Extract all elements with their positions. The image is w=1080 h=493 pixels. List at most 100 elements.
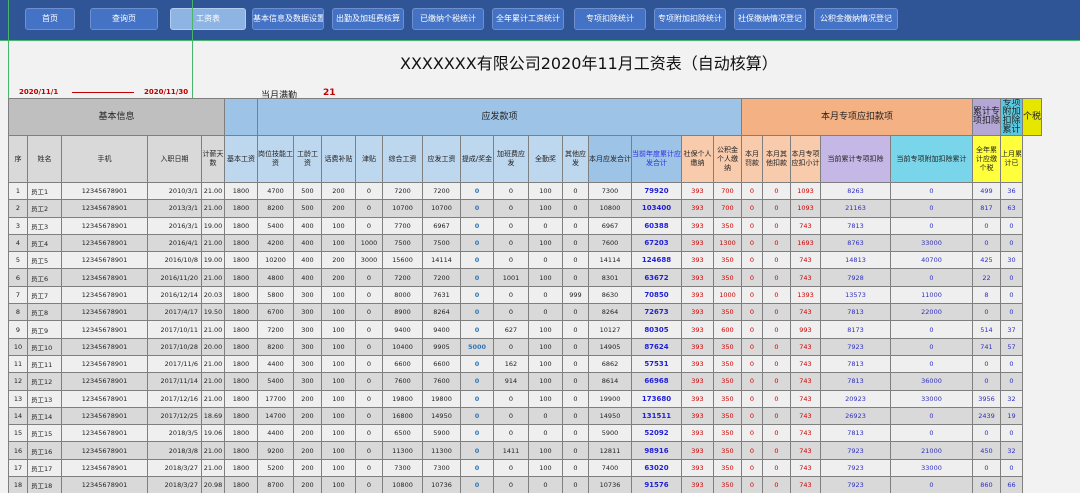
table-cell[interactable]: 300 xyxy=(293,320,322,339)
table-cell[interactable]: 450 xyxy=(972,441,1001,460)
table-cell[interactable]: 0 xyxy=(460,354,494,374)
table-cell[interactable]: 1800 xyxy=(224,354,258,374)
table-cell[interactable]: 60388 xyxy=(631,216,682,235)
table-cell[interactable]: 30 xyxy=(1000,251,1023,270)
table-cell[interactable]: 14700 xyxy=(257,406,294,426)
table-cell[interactable]: 2016/12/14 xyxy=(147,285,202,305)
table-cell[interactable]: 350 xyxy=(713,216,742,235)
table-cell[interactable]: 1300 xyxy=(713,233,742,253)
table-cell[interactable]: 0 xyxy=(355,181,383,201)
table-cell[interactable]: 7923 xyxy=(820,458,891,478)
table-cell[interactable]: 817 xyxy=(972,199,1001,218)
table-cell[interactable]: 0 xyxy=(493,181,529,201)
table-cell[interactable]: 0 xyxy=(741,406,763,426)
table-cell[interactable]: 0 xyxy=(741,458,763,478)
table-cell[interactable]: 4700 xyxy=(257,181,294,201)
table-cell[interactable]: 0 xyxy=(460,199,494,218)
table-cell[interactable]: 19.00 xyxy=(201,216,225,235)
table-cell[interactable]: 100 xyxy=(528,458,563,478)
table-cell[interactable]: 0 xyxy=(762,268,791,287)
table-cell[interactable]: 2439 xyxy=(972,406,1001,426)
table-cell[interactable]: 1093 xyxy=(790,199,821,218)
table-cell[interactable]: 0 xyxy=(460,216,494,235)
table-cell[interactable]: 12811 xyxy=(588,441,632,460)
table-cell[interactable]: 20.98 xyxy=(201,476,225,493)
table-cell[interactable]: 12345678901 xyxy=(61,441,148,460)
table-cell[interactable]: 33000 xyxy=(890,458,973,478)
table-cell[interactable]: 员工6 xyxy=(27,268,62,287)
column-header-21[interactable]: 本月罚款 xyxy=(741,135,763,183)
table-cell[interactable]: 200 xyxy=(293,424,322,443)
table-cell[interactable]: 0 xyxy=(528,251,563,270)
table-cell[interactable]: 0 xyxy=(890,199,973,218)
column-header-17[interactable]: 本月应发合计 xyxy=(588,135,632,183)
table-cell[interactable]: 21.00 xyxy=(201,441,225,460)
table-cell[interactable]: 0 xyxy=(972,372,1001,391)
table-cell[interactable]: 1093 xyxy=(790,181,821,201)
table-row[interactable]: 7 员工7 12345678901 2016/12/14 20.03 1800 5800 30… xyxy=(8,285,1042,305)
table-cell[interactable]: 200 xyxy=(293,406,322,426)
table-cell[interactable]: 12345678901 xyxy=(61,181,148,201)
table-cell[interactable]: 0 xyxy=(741,181,763,201)
table-row[interactable]: 9 员工9 12345678901 2017/10/11 21.00 1800 7200 30… xyxy=(8,320,1042,339)
table-cell[interactable]: 6600 xyxy=(422,354,461,374)
table-cell[interactable]: 员工4 xyxy=(27,233,62,253)
table-cell[interactable]: 6862 xyxy=(588,354,632,374)
table-cell[interactable]: 499 xyxy=(972,181,1001,201)
table-cell[interactable]: 100 xyxy=(528,354,563,374)
table-cell[interactable]: 0 xyxy=(460,181,494,201)
table-cell[interactable]: 0 xyxy=(355,320,383,339)
table-cell[interactable]: 14950 xyxy=(588,406,632,426)
table-cell[interactable]: 2017/4/17 xyxy=(147,303,202,322)
table-cell[interactable]: 0 xyxy=(741,233,763,253)
table-cell[interactable]: 14950 xyxy=(422,406,461,426)
table-cell[interactable]: 0 xyxy=(741,320,763,339)
table-cell[interactable]: 1800 xyxy=(224,268,258,287)
table-cell[interactable]: 400 xyxy=(293,268,322,287)
table-cell[interactable]: 393 xyxy=(681,199,714,218)
table-cell[interactable]: 1800 xyxy=(224,303,258,322)
table-cell[interactable]: 0 xyxy=(355,285,383,305)
table-cell[interactable]: 743 xyxy=(790,354,821,374)
table-cell[interactable]: 0 xyxy=(562,354,589,374)
table-cell[interactable]: 100 xyxy=(321,216,356,235)
table-cell[interactable]: 1393 xyxy=(790,285,821,305)
table-row[interactable]: 17 员工17 12345678901 2018/3/27 21.00 1800 5200 2… xyxy=(8,458,1042,478)
table-cell[interactable]: 12345678901 xyxy=(61,458,148,478)
table-cell[interactable]: 5400 xyxy=(257,372,294,391)
column-header-6[interactable]: 基本工资 xyxy=(224,135,258,183)
table-cell[interactable]: 7928 xyxy=(820,268,891,287)
table-cell[interactable]: 12345678901 xyxy=(61,424,148,443)
table-cell[interactable]: 1800 xyxy=(224,233,258,253)
table-cell[interactable]: 0 xyxy=(1000,233,1023,253)
table-cell[interactable]: 5900 xyxy=(422,424,461,443)
table-cell[interactable]: 5900 xyxy=(588,424,632,443)
table-cell[interactable]: 8000 xyxy=(382,285,423,305)
table-cell[interactable]: 0 xyxy=(1000,285,1023,305)
table-cell[interactable]: 400 xyxy=(293,251,322,270)
table-cell[interactable]: 5 xyxy=(8,251,28,270)
table-cell[interactable]: 914 xyxy=(493,372,529,391)
table-cell[interactable]: 21.00 xyxy=(201,199,225,218)
table-cell[interactable]: 2016/10/8 xyxy=(147,251,202,270)
table-cell[interactable]: 393 xyxy=(681,476,714,493)
table-cell[interactable]: 0 xyxy=(741,372,763,391)
table-cell[interactable]: 0 xyxy=(562,424,589,443)
table-cell[interactable]: 12 xyxy=(8,372,28,391)
table-cell[interactable]: 员工18 xyxy=(27,476,62,493)
table-cell[interactable]: 80305 xyxy=(631,320,682,339)
table-cell[interactable]: 100 xyxy=(321,320,356,339)
table-cell[interactable]: 19.50 xyxy=(201,303,225,322)
table-cell[interactable]: 0 xyxy=(562,372,589,391)
table-row[interactable]: 11 员工11 12345678901 2017/11/6 21.00 1800 4400 3… xyxy=(8,354,1042,374)
table-cell[interactable]: 8200 xyxy=(257,337,294,356)
table-cell[interactable]: 7600 xyxy=(588,233,632,253)
table-cell[interactable]: 2018/3/27 xyxy=(147,458,202,478)
table-cell[interactable]: 8614 xyxy=(588,372,632,391)
table-cell[interactable]: 21.00 xyxy=(201,268,225,287)
table-cell[interactable]: 627 xyxy=(493,320,529,339)
table-cell[interactable]: 0 xyxy=(972,216,1001,235)
column-header-16[interactable]: 其他应发 xyxy=(562,135,589,183)
table-cell[interactable]: 0 xyxy=(460,303,494,322)
table-cell[interactable]: 5800 xyxy=(257,285,294,305)
